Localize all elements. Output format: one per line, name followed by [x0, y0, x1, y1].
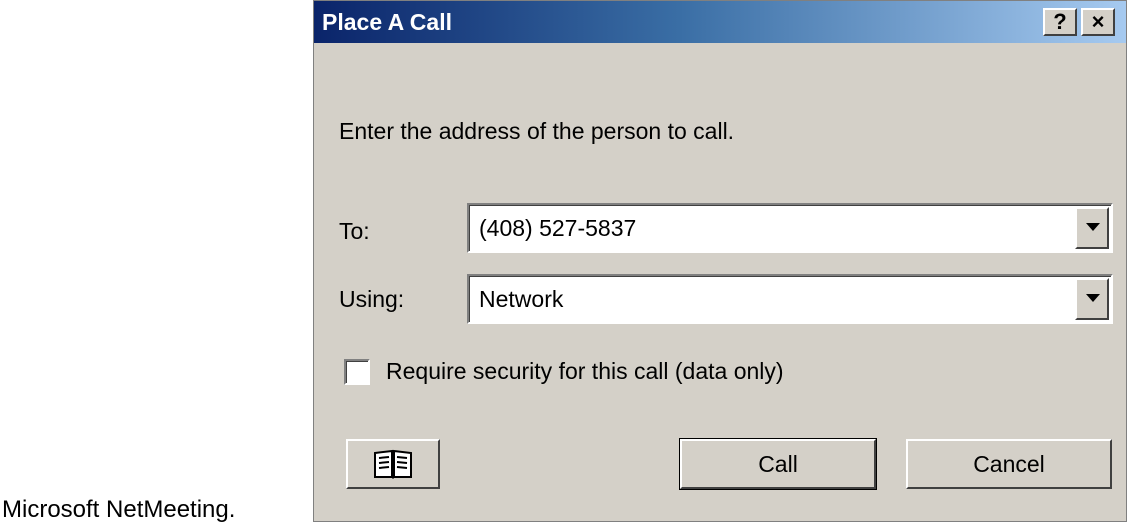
address-book-button[interactable]	[346, 439, 440, 489]
close-icon: ×	[1091, 9, 1105, 34]
help-icon: ?	[1053, 9, 1067, 34]
chevron-down-icon	[1086, 223, 1100, 231]
to-combobox[interactable]: (408) 527-5837	[467, 203, 1113, 253]
instruction-text: Enter the address of the person to call.	[339, 118, 735, 144]
address-book-icon	[374, 449, 412, 479]
to-value[interactable]: (408) 527-5837	[479, 214, 636, 242]
chevron-down-icon	[1086, 294, 1100, 302]
using-combobox[interactable]: Network	[467, 274, 1113, 324]
title-bar[interactable]: Place A Call ? ×	[314, 1, 1126, 43]
require-security-checkbox[interactable]	[344, 359, 370, 385]
using-label: Using:	[339, 286, 405, 312]
require-security-label[interactable]: Require security for this call (data onl…	[386, 357, 784, 385]
caption-text: Microsoft NetMeeting.	[2, 496, 236, 523]
call-button[interactable]: Call	[679, 438, 877, 490]
place-a-call-dialog: Place A Call ? × Enter the address of th…	[313, 0, 1127, 522]
using-dropdown-button[interactable]	[1075, 278, 1109, 320]
close-button[interactable]: ×	[1081, 8, 1115, 36]
to-dropdown-button[interactable]	[1075, 207, 1109, 249]
to-label: To:	[339, 218, 370, 244]
cancel-button[interactable]: Cancel	[906, 439, 1112, 489]
dialog-title: Place A Call	[322, 9, 452, 35]
help-button[interactable]: ?	[1043, 8, 1077, 36]
using-value[interactable]: Network	[479, 285, 563, 313]
